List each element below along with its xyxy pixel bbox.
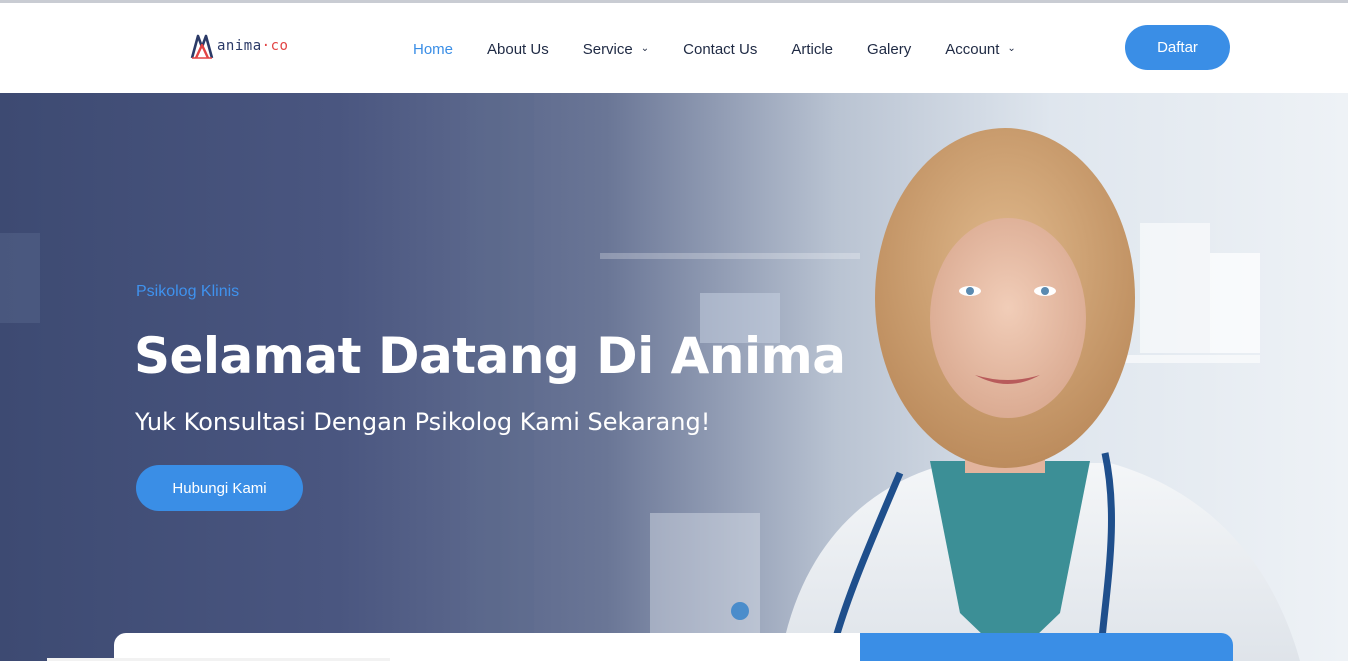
nav-home[interactable]: Home — [396, 41, 470, 58]
logo-wordmark: anima·co — [217, 38, 289, 54]
nav-about-us[interactable]: About Us — [470, 41, 566, 58]
chevron-down-icon: ⌄ — [640, 42, 650, 54]
hero-subtitle: Yuk Konsultasi Dengan Psikolog Kami Seka… — [135, 408, 711, 436]
info-card — [114, 633, 860, 661]
nav-service[interactable]: Service ⌄ — [566, 41, 666, 58]
daftar-button[interactable]: Daftar — [1125, 25, 1230, 70]
hubungi-kami-button[interactable]: Hubungi Kami — [136, 465, 303, 511]
hero-title: Selamat Datang Di Anima — [134, 327, 846, 385]
hero-banner: Psikolog Klinis Selamat Datang Di Anima … — [0, 93, 1348, 661]
site-header: anima·co Home About Us Service ⌄ Contact … — [0, 3, 1348, 93]
anima-logo-mark-icon — [190, 34, 214, 59]
nav-galery[interactable]: Galery — [850, 41, 928, 58]
nav-contact-us[interactable]: Contact Us — [666, 41, 774, 58]
brand-logo[interactable]: anima·co — [190, 29, 288, 63]
nav-account[interactable]: Account ⌄ — [928, 41, 1033, 58]
chevron-down-icon: ⌄ — [1007, 42, 1016, 54]
info-card-accent — [860, 633, 1233, 661]
hero-tag: Psikolog Klinis — [136, 283, 240, 300]
main-nav: Home About Us Service ⌄ Contact Us Articl… — [396, 27, 1033, 71]
nav-article[interactable]: Article — [774, 41, 850, 58]
